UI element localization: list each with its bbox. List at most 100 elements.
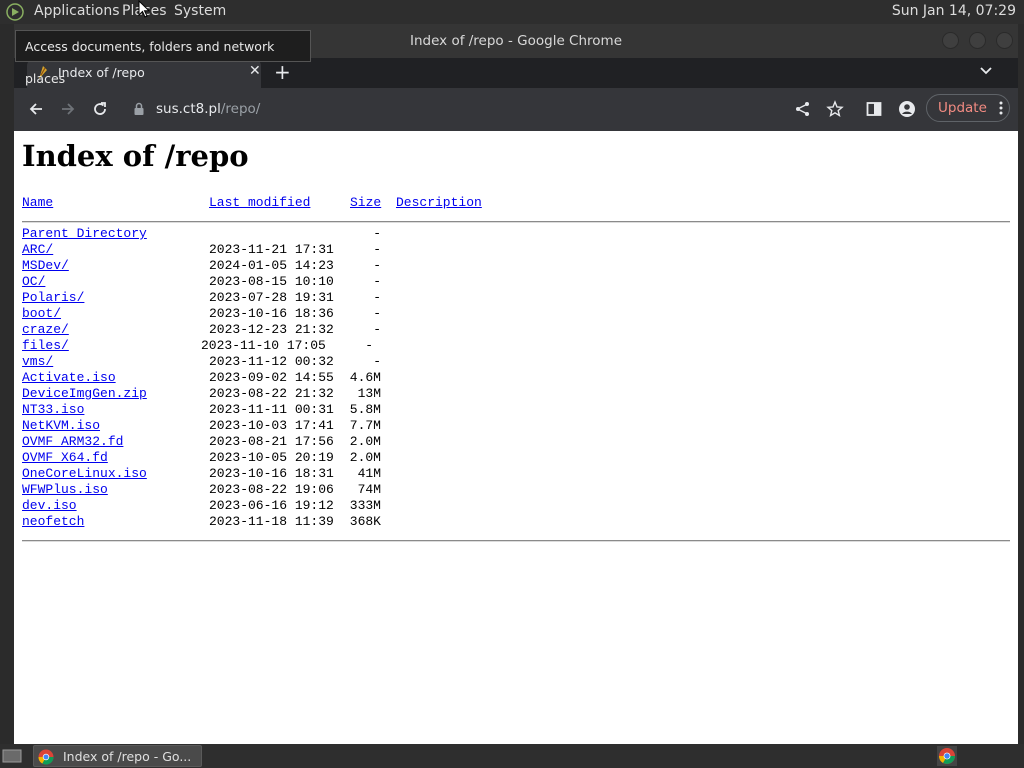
file-link[interactable]: vms/ xyxy=(22,354,53,369)
file-link[interactable]: DeviceImgGen.zip xyxy=(22,386,147,401)
parent-directory-link[interactable]: Parent Directory xyxy=(22,226,147,241)
column-size-link[interactable]: Size xyxy=(350,195,381,210)
taskbar-item-label: Index of /repo - Go... xyxy=(63,749,192,764)
file-link[interactable]: OneCoreLinux.iso xyxy=(22,466,147,481)
minimize-button[interactable] xyxy=(942,32,959,49)
file-link[interactable]: NT33.iso xyxy=(22,402,84,417)
last-modified: 2023-10-05 20:19 xyxy=(209,450,334,465)
last-modified: 2023-07-28 19:31 xyxy=(209,290,334,305)
chrome-tray-icon[interactable] xyxy=(937,746,957,766)
file-link[interactable]: MSDev/ xyxy=(22,258,69,273)
mouse-cursor-icon xyxy=(138,0,150,18)
column-description-link[interactable]: Description xyxy=(396,195,482,210)
top-panel: Applications Places System Sun Jan 14, 0… xyxy=(0,0,1024,24)
file-link[interactable]: ARC/ xyxy=(22,242,53,257)
system-menu[interactable]: System xyxy=(174,3,226,19)
taskbar-chrome-window[interactable]: Index of /repo - Go... xyxy=(33,745,202,767)
last-modified: 2023-11-11 00:31 xyxy=(209,402,334,417)
tab-close-icon[interactable]: ✕ xyxy=(249,63,267,81)
file-link[interactable]: OC/ xyxy=(22,274,45,289)
reload-icon[interactable] xyxy=(91,100,109,118)
update-label: Update xyxy=(938,100,987,116)
divider-top xyxy=(22,221,1010,223)
forward-arrow-icon[interactable] xyxy=(59,100,77,118)
file-link[interactable]: craze/ xyxy=(22,322,69,337)
file-size: 2.0M xyxy=(349,434,381,449)
table-row: ARC/2023-11-21 17:31 - xyxy=(14,242,1018,258)
star-bookmark-icon[interactable] xyxy=(826,100,844,118)
side-panel-icon[interactable] xyxy=(865,100,883,118)
file-size: - xyxy=(373,226,381,241)
table-row: OVMF_X64.fd 2023-10-05 20:19 2.0M xyxy=(14,450,1018,466)
last-modified: 2023-10-03 17:41 xyxy=(209,418,334,433)
table-row: OC/2023-08-15 10:10 - xyxy=(14,274,1018,290)
file-link[interactable]: neofetch xyxy=(22,514,84,529)
page-content: Index of /repo Name Last modified Size D… xyxy=(14,131,1018,744)
divider-bottom xyxy=(22,540,1010,542)
file-size: - xyxy=(373,306,381,321)
file-link[interactable]: OVMF_X64.fd xyxy=(22,450,108,465)
file-size: - xyxy=(373,258,381,273)
table-row: Polaris/2023-07-28 19:31 - xyxy=(14,290,1018,306)
applications-menu[interactable]: Applications xyxy=(34,3,120,19)
table-row: NetKVM.iso 2023-10-03 17:41 7.7M xyxy=(14,418,1018,434)
list-item: Parent Directory - xyxy=(14,226,1018,242)
show-desktop-icon[interactable] xyxy=(2,748,22,764)
last-modified: 2023-11-12 00:32 xyxy=(209,354,334,369)
file-size: - xyxy=(373,242,381,257)
file-size: 4.6M xyxy=(349,370,381,385)
column-name-link[interactable]: Name xyxy=(22,195,53,210)
last-modified: 2023-09-02 14:55 xyxy=(209,370,334,385)
file-size: 2.0M xyxy=(349,450,381,465)
bottom-taskbar: Index of /repo - Go... xyxy=(0,744,1024,768)
last-modified: 2023-11-10 17:05 xyxy=(201,338,326,353)
places-tooltip: Access documents, folders and network pl… xyxy=(15,30,311,86)
mate-menu-icon[interactable] xyxy=(6,3,24,21)
file-link[interactable]: dev.iso xyxy=(22,498,77,513)
table-row: NT33.iso 2023-11-11 00:31 5.8M xyxy=(14,402,1018,418)
chevron-down-icon[interactable] xyxy=(979,64,993,78)
lock-icon[interactable] xyxy=(133,100,145,118)
table-row: files/2023-11-10 17:05 - xyxy=(14,338,1018,354)
table-row: boot/2023-10-16 18:36 - xyxy=(14,306,1018,322)
file-size: 333M xyxy=(349,498,381,513)
profile-avatar-icon[interactable] xyxy=(898,100,916,118)
maximize-button[interactable] xyxy=(969,32,986,49)
file-size: 41M xyxy=(357,466,381,481)
last-modified: 2023-08-22 19:06 xyxy=(209,482,334,497)
file-link[interactable]: NetKVM.iso xyxy=(22,418,100,433)
last-modified: 2023-08-21 17:56 xyxy=(209,434,334,449)
file-size: 368K xyxy=(349,514,381,529)
table-row: DeviceImgGen.zip 2023-08-22 21:32 13M xyxy=(14,386,1018,402)
share-icon[interactable] xyxy=(794,100,812,118)
new-tab-button[interactable]: + xyxy=(274,60,291,84)
file-size: - xyxy=(373,354,381,369)
column-last-modified-link[interactable]: Last modified xyxy=(209,195,310,210)
table-row: WFWPlus.iso 2023-08-22 19:06 74M xyxy=(14,482,1018,498)
more-menu-icon[interactable] xyxy=(999,101,1003,115)
file-link[interactable]: files/ xyxy=(22,338,69,353)
table-row: Activate.iso 2023-09-02 14:55 4.6M xyxy=(14,370,1018,386)
back-arrow-icon[interactable] xyxy=(27,100,45,118)
clock[interactable]: Sun Jan 14, 07:29 xyxy=(892,3,1016,19)
file-size: 13M xyxy=(357,386,381,401)
file-size: 74M xyxy=(357,482,381,497)
table-row: vms/2023-11-12 00:32 - xyxy=(14,354,1018,370)
file-link[interactable]: Activate.iso xyxy=(22,370,116,385)
file-size: - xyxy=(373,290,381,305)
file-link[interactable]: OVMF_ARM32.fd xyxy=(22,434,123,449)
table-row: MSDev/2024-01-05 14:23 - xyxy=(14,258,1018,274)
table-row: OVMF_ARM32.fd 2023-08-21 17:56 2.0M xyxy=(14,434,1018,450)
file-link[interactable]: WFWPlus.iso xyxy=(22,482,108,497)
last-modified: 2023-08-15 10:10 xyxy=(209,274,334,289)
close-window-button[interactable] xyxy=(996,32,1013,49)
last-modified: 2023-06-16 19:12 xyxy=(209,498,334,513)
address-bar[interactable]: sus.ct8.pl/repo/ xyxy=(156,101,260,117)
table-row: OneCoreLinux.iso 2023-10-16 18:31 41M xyxy=(14,466,1018,482)
file-size: - xyxy=(365,338,373,353)
update-button[interactable]: Update xyxy=(926,94,1010,122)
tab-title: Index of /repo xyxy=(58,65,145,80)
file-link[interactable]: boot/ xyxy=(22,306,61,321)
file-link[interactable]: Polaris/ xyxy=(22,290,84,305)
last-modified: 2023-11-21 17:31 xyxy=(209,242,334,257)
